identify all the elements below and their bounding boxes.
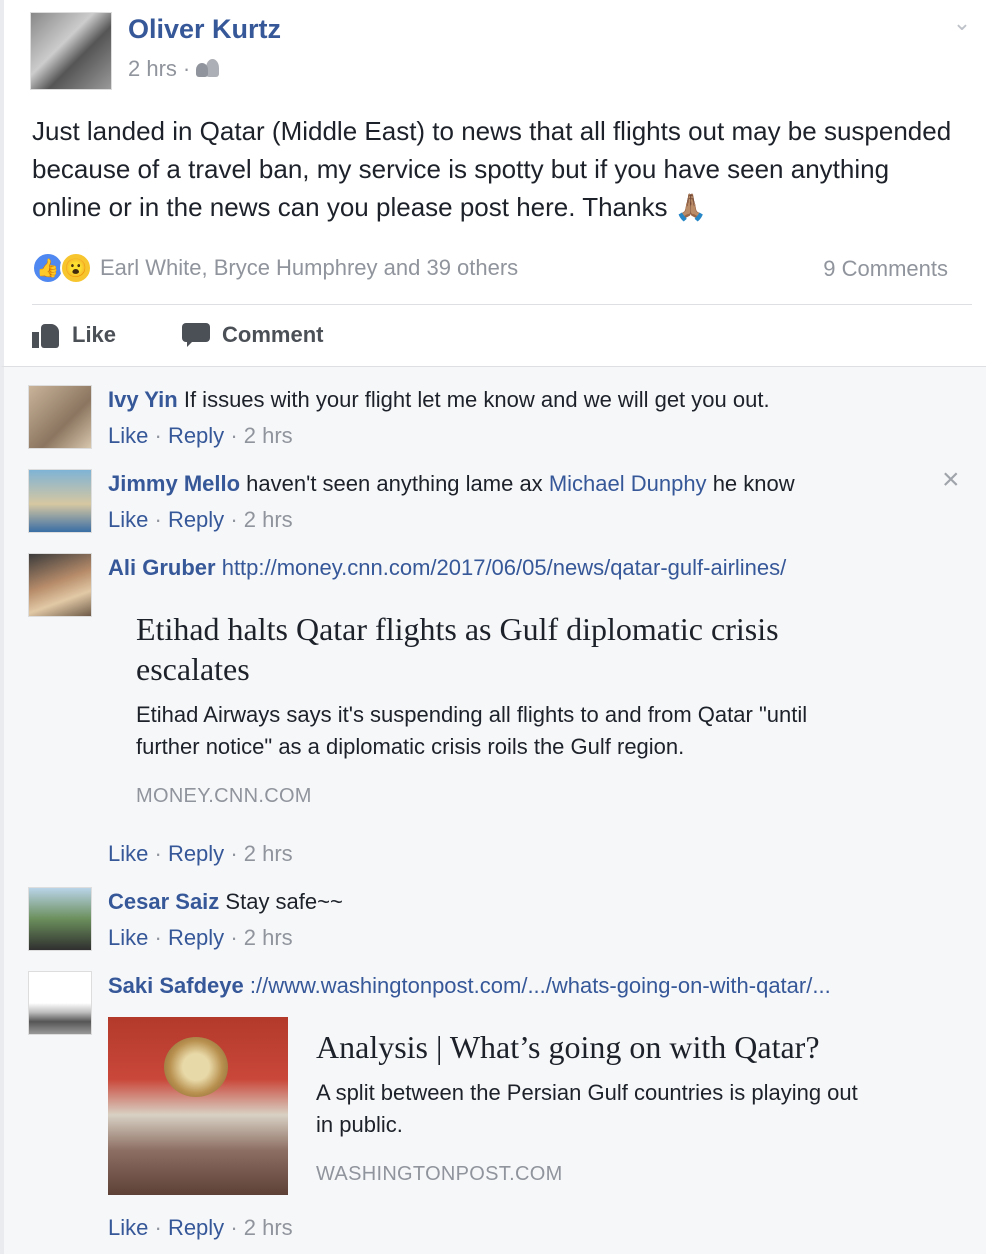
comment-time[interactable]: 2 hrs [244,507,293,532]
comment-like-link[interactable]: Like [108,423,148,448]
comment-avatar[interactable] [28,469,92,533]
comment-avatar[interactable] [28,553,92,617]
comment-text: If issues with your flight let me know a… [183,387,770,412]
friends-icon[interactable] [196,59,220,79]
comment-footer: Like · Reply · 2 hrs [108,1215,293,1240]
comment-text: haven't seen anything lame ax [246,471,543,496]
comments-count[interactable]: 9 Comments [823,256,948,282]
comment-like-link[interactable]: Like [108,507,148,532]
comment-reply-link[interactable]: Reply [168,925,224,950]
comment-footer: Like · Reply · 2 hrs [108,423,293,448]
link-card-domain: WASHINGTONPOST.COM [316,1163,563,1185]
comment-time[interactable]: 2 hrs [244,423,293,448]
comment-footer: Like · Reply · 2 hrs [108,507,293,532]
post-actions: Like Comment [32,322,323,348]
link-card-title[interactable]: Etihad halts Qatar flights as Gulf diplo… [136,609,779,689]
link-card-description: A split between the Persian Gulf countri… [316,1080,858,1137]
link-card-title[interactable]: Analysis | What’s going on with Qatar? [316,1027,820,1067]
link-card-image[interactable] [108,1017,288,1195]
comment-footer: Like · Reply · 2 hrs [108,841,293,866]
divider [32,304,972,305]
comment-like-link[interactable]: Like [108,925,148,950]
comment-icon [182,322,211,348]
reactions-summary[interactable]: 👍 😮 Earl White, Bryce Humphrey and 39 ot… [32,252,518,284]
reaction-names[interactable]: Earl White, Bryce Humphrey and 39 others [100,255,518,281]
commenter-name[interactable]: Cesar Saiz [108,889,219,914]
comment-reply-link[interactable]: Reply [168,841,224,866]
shared-url-link[interactable]: http://money.cnn.com/2017/06/05/news/qat… [222,555,787,580]
comments-section: Ivy Yin If issues with your flight let m… [0,366,986,1254]
comment-body: Cesar Saiz Stay safe~~ [108,889,343,915]
comment-reply-link[interactable]: Reply [168,1215,224,1240]
like-label: Like [72,322,117,347]
comment-avatar[interactable] [28,385,92,449]
comment-reply-link[interactable]: Reply [168,507,224,532]
commenter-name[interactable]: Ali Gruber [108,555,216,580]
comment-body: Jimmy Mello haven't seen anything lame a… [108,471,795,497]
commenter-name[interactable]: Ivy Yin [108,387,178,412]
shared-url-link[interactable]: ://www.washingtonpost.com/.../whats-goin… [250,973,831,998]
post-card: Oliver Kurtz 2 hrs · ⌄ Just landed in Qa… [0,0,986,366]
comment-reply-link[interactable]: Reply [168,423,224,448]
commenter-name[interactable]: Saki Safdeye [108,973,244,998]
link-card-description: Etihad Airways says it's suspending all … [136,702,808,759]
author-avatar[interactable] [30,12,112,90]
post-meta: 2 hrs · [128,56,220,82]
wow-reaction-icon: 😮 [60,252,92,284]
praying-hands-emoji: 🙏🏽 [674,192,708,222]
comment-avatar[interactable] [28,887,92,951]
post-body: Just landed in Qatar (Middle East) to ne… [32,116,952,222]
comment-body: Ali Gruber http://money.cnn.com/2017/06/… [108,555,786,581]
comment-button[interactable]: Comment [182,322,323,348]
comment-text-tail: he know [712,471,795,496]
link-card-domain: MONEY.CNN.COM [136,785,312,807]
close-icon[interactable]: × [942,463,960,497]
post-text: Just landed in Qatar (Middle East) to ne… [32,112,962,226]
mention-link[interactable]: Michael Dunphy [549,471,707,496]
comment-footer: Like · Reply · 2 hrs [108,925,293,950]
thumbs-up-icon [32,322,60,348]
comment-like-link[interactable]: Like [108,841,148,866]
commenter-name[interactable]: Jimmy Mello [108,471,240,496]
post-timestamp[interactable]: 2 hrs [128,56,177,82]
comment-time[interactable]: 2 hrs [244,1215,293,1240]
comment-avatar[interactable] [28,971,92,1035]
comment-like-link[interactable]: Like [108,1215,148,1240]
comment-text: Stay safe~~ [225,889,343,914]
comment-body: Ivy Yin If issues with your flight let m… [108,387,770,413]
comment-label: Comment [222,322,324,347]
meta-separator: · [182,56,191,81]
comment-time[interactable]: 2 hrs [244,925,293,950]
comment-time[interactable]: 2 hrs [244,841,293,866]
comment-body: Saki Safdeye ://www.washingtonpost.com/.… [108,973,831,999]
like-button[interactable]: Like [32,322,116,348]
chevron-down-icon[interactable]: ⌄ [950,10,974,35]
author-name[interactable]: Oliver Kurtz [128,14,281,45]
